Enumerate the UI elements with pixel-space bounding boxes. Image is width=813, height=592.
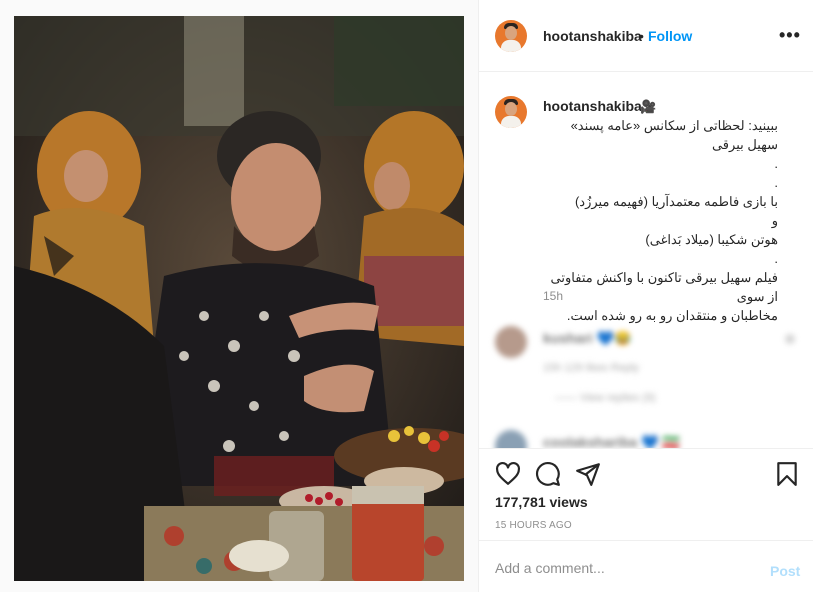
caption-text: ببینید: لحظاتی از سکانس «عامه پسند» سهیل…: [538, 116, 778, 325]
comment-username[interactable]: kushari 💙😂: [543, 330, 632, 347]
post-video[interactable]: [14, 16, 464, 581]
username-link[interactable]: hootanshakiba: [543, 28, 642, 44]
comment-icon[interactable]: [535, 461, 561, 487]
separator-dot: •: [639, 28, 644, 44]
camera-icon: 🎥: [640, 99, 657, 114]
post-header: hootanshakiba • Follow •••: [479, 0, 813, 72]
add-comment-bar: Post: [479, 540, 813, 592]
caption-line: ببینید: لحظاتی از سکانس «عامه پسند» سهیل…: [570, 118, 778, 152]
caption-line: .: [774, 175, 778, 190]
heart-icon[interactable]: [495, 461, 521, 487]
caption-line: و: [771, 213, 778, 228]
comment-item: coolakshariba 💙 🇮🇷: [495, 430, 805, 448]
comment-meta: 15h 129 likes Reply: [543, 362, 640, 374]
post-button[interactable]: Post: [770, 563, 800, 579]
video-frame: [14, 16, 464, 581]
comment-avatar[interactable]: [495, 326, 527, 358]
post-details-panel: hootanshakiba • Follow ••• hootanshakiba…: [478, 0, 813, 592]
share-icon[interactable]: [575, 461, 601, 487]
more-icon[interactable]: •••: [779, 26, 801, 44]
caption-timestamp: 15h: [543, 289, 564, 303]
post-timestamp[interactable]: 15 HOURS AGO: [495, 520, 572, 531]
view-count[interactable]: 177,781 views: [495, 494, 588, 510]
comments-scroll-area[interactable]: hootanshakiba 🎥 ببینید: لحظاتی از سکانس …: [479, 72, 813, 448]
view-replies-link[interactable]: —— View replies (9): [555, 392, 656, 404]
follow-button[interactable]: Follow: [648, 28, 692, 44]
comment-avatar[interactable]: [495, 430, 527, 448]
caption-avatar[interactable]: [495, 96, 527, 128]
caption-username-link[interactable]: hootanshakiba: [543, 98, 642, 114]
caption-line: فیلم سهیل بیرقی تاکنون با واکنش متفاوتی …: [550, 270, 778, 304]
caption-line: هوتن شکیبا (میلاد بَداغی): [645, 232, 778, 247]
avatar[interactable]: [495, 20, 527, 52]
comment-like-icon[interactable]: [785, 334, 795, 344]
caption-line: مخاطبان و منتقدان رو به رو شده است.: [566, 308, 778, 323]
caption-line: با بازی فاطمه معتمدآریا (فهیمه میرزُد): [574, 194, 778, 209]
comment-username[interactable]: coolakshariba 💙 🇮🇷: [543, 434, 680, 448]
caption-line: .: [774, 156, 778, 171]
comment-item: kushari 💙😂 15h 129 likes Reply —— View r…: [495, 326, 805, 416]
caption-line: .: [774, 251, 778, 266]
bookmark-icon[interactable]: [774, 461, 800, 487]
comment-input[interactable]: [495, 557, 745, 579]
